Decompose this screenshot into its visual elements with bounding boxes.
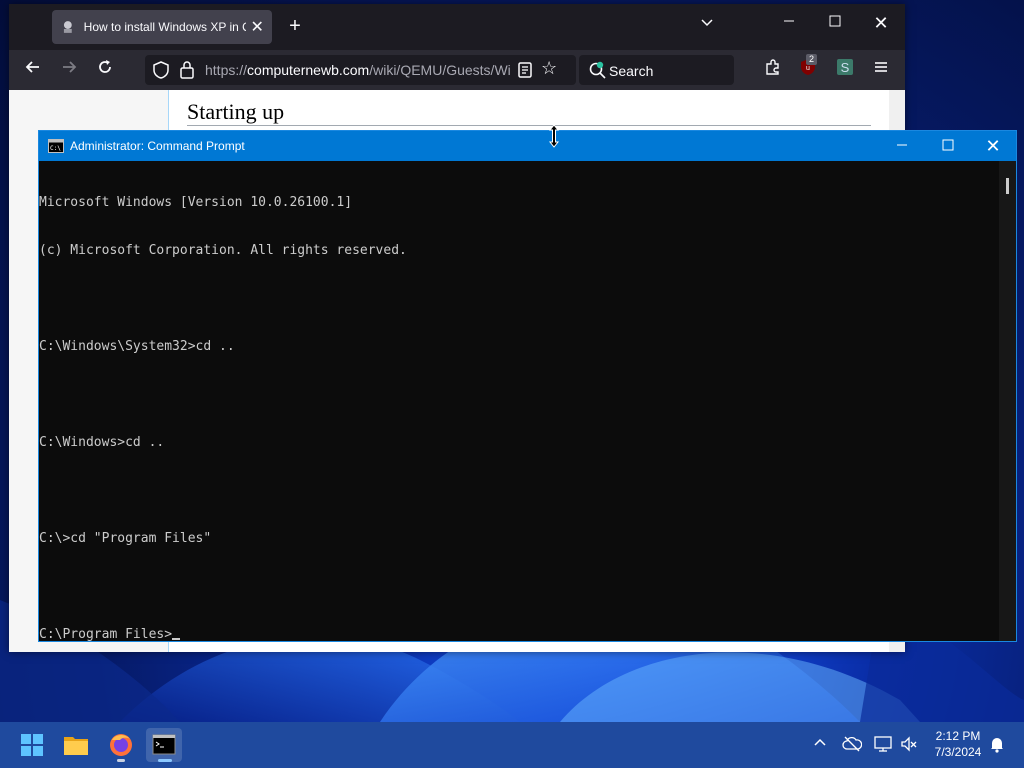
command-prompt-window[interactable]: C:\ Administrator: Command Prompt ✕ Micr… [38,130,1017,642]
clock-time: 2:12 PM [935,729,981,743]
extensions-puzzle-icon[interactable] [761,58,785,82]
search-icon [589,61,606,79]
console-output[interactable]: Microsoft Windows [Version 10.0.26100.1]… [39,161,999,643]
cmd-maximize-button[interactable] [936,135,960,157]
cmd-minimize-button[interactable] [890,135,914,157]
tab-title: How to install Windows XP in QEMU [83,20,247,34]
console-prompt: C:\Program Files> [39,627,173,642]
cmd-scrollbar[interactable] [999,161,1016,641]
active-indicator [158,759,172,762]
search-placeholder: Search [609,63,654,79]
running-indicator [117,759,125,762]
url-scheme: https:// [205,62,248,78]
clock-date: 7/3/2024 [934,745,982,759]
url-host: computernewb.com [247,62,370,78]
ublock-origin-icon[interactable]: u 2 [796,54,820,82]
close-button[interactable]: ✕ [869,13,893,34]
minimize-button[interactable] [777,14,801,33]
bookmark-star-icon[interactable]: ☆ [541,58,557,79]
hamburger-menu-icon[interactable] [869,58,893,82]
page-heading: Starting up [187,99,285,124]
s-extension-icon[interactable]: S [833,58,857,82]
search-box[interactable]: Search [579,55,734,85]
navigation-toolbar: https://computernewb.com/wiki/QEMU/Guest… [9,50,905,90]
notification-bell-icon[interactable] [987,735,1007,755]
svg-text:u: u [806,65,810,72]
reader-view-icon[interactable] [516,61,534,79]
system-clock[interactable]: 2:12 PM 7/3/2024 [920,728,996,760]
resize-cursor-icon [548,124,560,148]
url-path: /wiki/QEMU/Guests/Windows_XP [369,62,511,78]
terminal-icon [152,734,176,755]
lock-icon[interactable] [179,60,195,80]
start-button[interactable] [14,728,50,762]
console-line: Microsoft Windows [Version 10.0.26100.1] [39,195,353,210]
cmd-scrollbar-thumb[interactable] [1006,178,1009,194]
network-icon[interactable] [873,735,893,755]
firefox-button[interactable] [103,728,139,762]
tracking-protection-shield-icon[interactable] [151,60,171,80]
console-line: C:\>cd "Program Files" [39,531,212,546]
folder-icon [64,737,88,755]
url-text[interactable]: https://computernewb.com/wiki/QEMU/Guest… [205,62,511,78]
new-tab-button[interactable]: + [285,15,305,38]
svg-text:S: S [841,60,850,75]
console-line: C:\Windows>cd .. [39,435,165,450]
terminal-button[interactable] [146,728,182,762]
tab-bar: How to install Windows XP in QEMU ✕ + ✕ [9,4,905,50]
file-explorer-button[interactable] [58,728,94,762]
volume-muted-icon[interactable] [899,735,919,755]
address-bar[interactable]: https://computernewb.com/wiki/QEMU/Guest… [145,55,576,85]
cloud-offline-icon[interactable] [842,735,863,755]
chevron-down-icon[interactable] [697,16,717,35]
browser-tab[interactable]: How to install Windows XP in QEMU ✕ [52,10,272,44]
computernewb-icon [63,21,72,33]
forward-arrow-icon[interactable] [57,58,81,82]
console-line: C:\Windows\System32>cd .. [39,339,235,354]
taskbar: 2:12 PM 7/3/2024 [0,722,1024,768]
firefox-icon [110,734,132,756]
console-prompt-line[interactable]: C:\Program Files> [39,627,999,643]
chevron-up-icon[interactable] [810,735,830,755]
heading-divider [187,125,871,126]
ublock-count-badge: 2 [806,54,818,65]
text-cursor [172,638,181,640]
cmd-app-icon: C:\ [48,139,64,153]
cmd-window-title: Administrator: Command Prompt [70,139,245,153]
reload-icon[interactable] [93,58,117,82]
tab-close-icon[interactable]: ✕ [250,17,264,37]
windows-logo-icon [21,734,43,756]
cmd-close-button[interactable]: ✕ [981,135,1005,157]
console-line: (c) Microsoft Corporation. All rights re… [39,243,407,258]
svg-text:C:\: C:\ [50,145,61,152]
maximize-button[interactable] [823,14,847,33]
back-arrow-icon[interactable] [21,58,45,82]
cmd-title-bar[interactable]: C:\ Administrator: Command Prompt ✕ [39,131,1016,161]
